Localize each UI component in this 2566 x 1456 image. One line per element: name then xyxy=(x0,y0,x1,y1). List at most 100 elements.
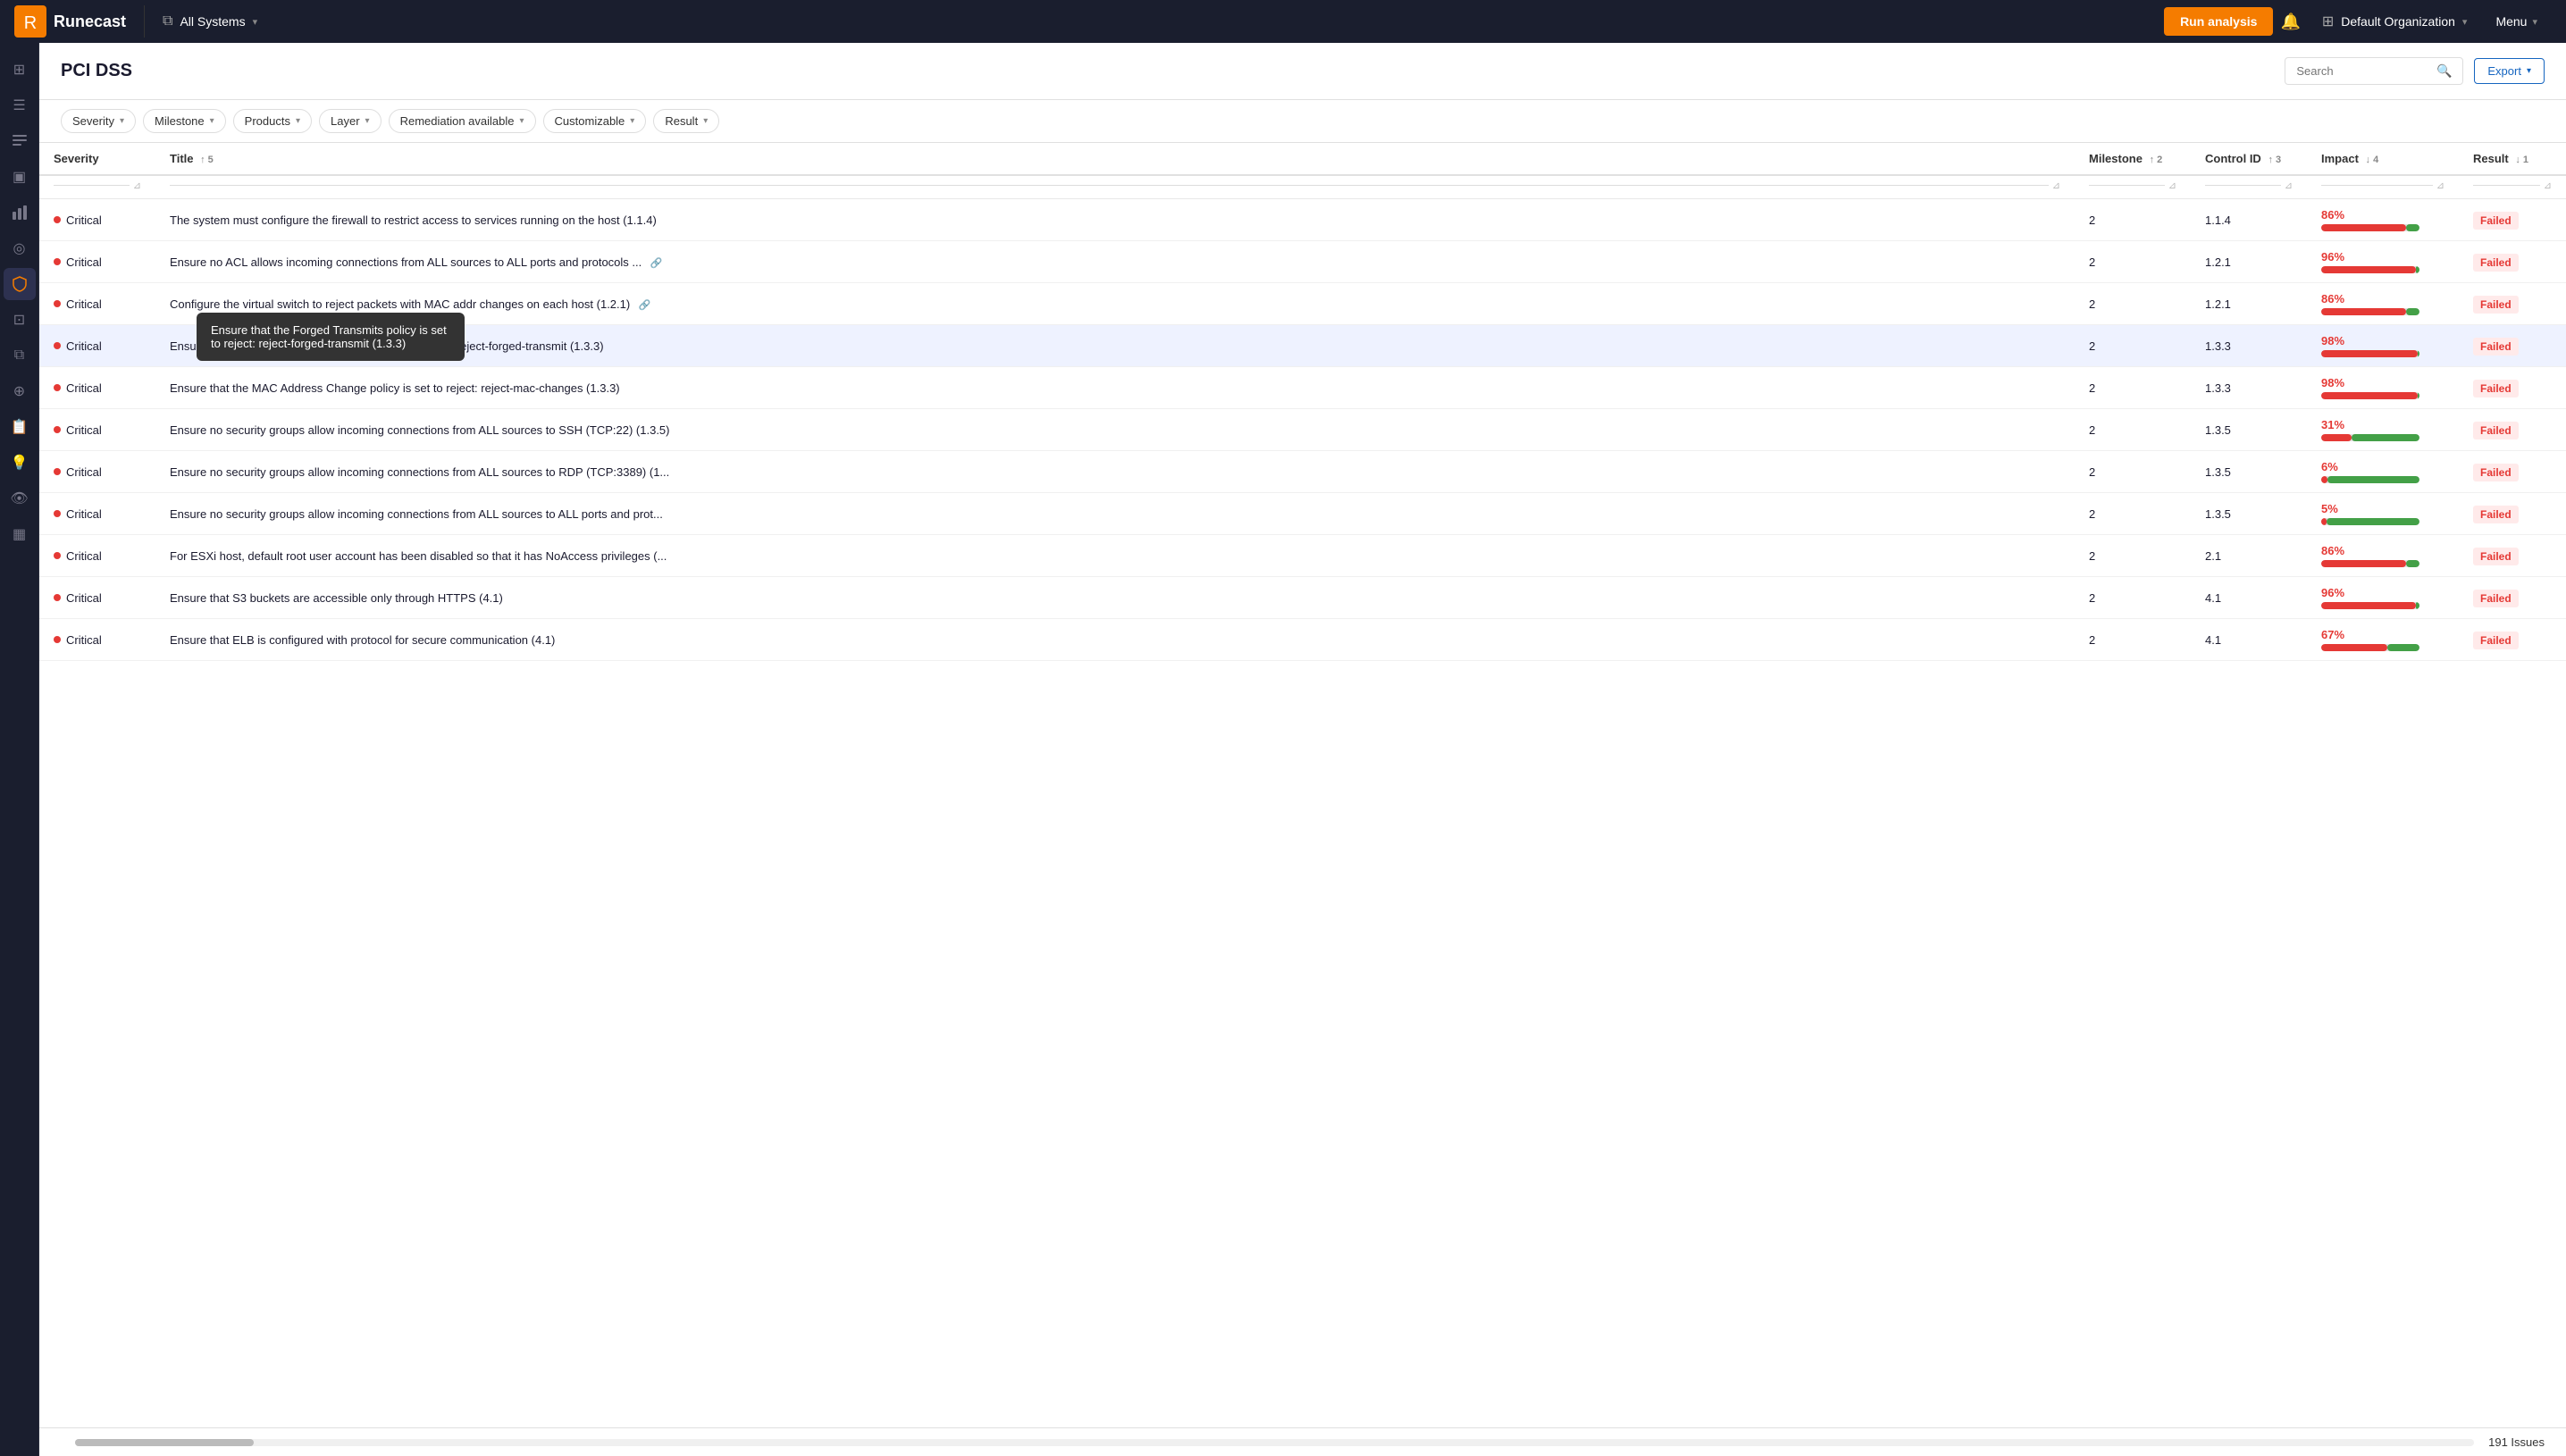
impact-pct-3: 98% xyxy=(2321,334,2444,347)
horizontal-scrollbar[interactable] xyxy=(75,1439,2474,1446)
title-cell-3: Ensure that the Forged Transmits policy … xyxy=(155,325,2075,367)
filter-severity-label: Severity xyxy=(72,114,114,128)
filter-customizable-chevron-icon: ▾ xyxy=(630,116,634,126)
sidebar-icon-shield[interactable] xyxy=(4,268,36,300)
th-severity[interactable]: Severity xyxy=(39,143,155,175)
controlid-cell-8: 2.1 xyxy=(2191,535,2307,577)
milestone-value-2: 2 xyxy=(2089,297,2095,311)
severity-label-5: Critical xyxy=(66,423,102,437)
th-milestone[interactable]: Milestone ↑ 2 xyxy=(2075,143,2191,175)
filter-customizable[interactable]: Customizable ▾ xyxy=(543,109,647,133)
severity-dot-5 xyxy=(54,426,61,433)
table-row[interactable]: Critical Ensure no security groups allow… xyxy=(39,493,2566,535)
table-row[interactable]: Critical Ensure that ELB is configured w… xyxy=(39,619,2566,661)
table-row[interactable]: Critical Ensure no security groups allow… xyxy=(39,409,2566,451)
search-box[interactable]: 🔍 xyxy=(2285,57,2463,85)
result-cell-5: Failed xyxy=(2459,409,2566,451)
sidebar-icon-chart[interactable] xyxy=(4,197,36,229)
sidebar-icon-package[interactable]: ⊡ xyxy=(4,304,36,336)
filter-controlid-cell: ⊿ xyxy=(2191,175,2307,199)
title-text-1: Ensure no ACL allows incoming connection… xyxy=(170,255,642,269)
search-input[interactable] xyxy=(2296,64,2429,78)
sidebar: ⊞ ☰ ▣ ◎ ⊡ ⧉ ⊕ 📋 💡 👁 ▦ xyxy=(0,43,39,1456)
external-link-icon-1[interactable]: 🔗 xyxy=(650,258,663,269)
result-cell-6: Failed xyxy=(2459,451,2566,493)
table-row[interactable]: Critical For ESXi host, default root use… xyxy=(39,535,2566,577)
result-cell-0: Failed xyxy=(2459,199,2566,241)
filter-milestone[interactable]: Milestone ▾ xyxy=(143,109,226,133)
milestone-cell-9: 2 xyxy=(2075,577,2191,619)
filter-severity[interactable]: Severity ▾ xyxy=(61,109,136,133)
sidebar-icon-folder[interactable]: ▣ xyxy=(4,161,36,193)
th-impact[interactable]: Impact ↓ 4 xyxy=(2307,143,2459,175)
filter-milestone-cell: ⊿ xyxy=(2075,175,2191,199)
impact-bar-green-5 xyxy=(2352,434,2419,441)
controlid-value-10: 4.1 xyxy=(2205,633,2221,647)
milestone-filter-icon[interactable]: ⊿ xyxy=(2168,180,2176,191)
title-cell-8: For ESXi host, default root user account… xyxy=(155,535,2075,577)
severity-cell-5: Critical xyxy=(39,409,155,451)
filter-layer[interactable]: Layer ▾ xyxy=(319,109,382,133)
impact-sort-icon: ↓ 4 xyxy=(2366,155,2379,165)
sidebar-icon-home[interactable]: ⊞ xyxy=(4,54,36,86)
sidebar-icon-eye[interactable]: 👁 xyxy=(4,482,36,515)
filter-impact-cell: ⊿ xyxy=(2307,175,2459,199)
table-row[interactable]: Critical Ensure no security groups allow… xyxy=(39,451,2566,493)
impact-bar-red-4 xyxy=(2321,392,2418,399)
impact-filter-icon[interactable]: ⊿ xyxy=(2436,180,2444,191)
milestone-cell-7: 2 xyxy=(2075,493,2191,535)
sidebar-icon-target[interactable]: ◎ xyxy=(4,232,36,264)
table-row[interactable]: Critical Configure the virtual switch to… xyxy=(39,283,2566,325)
filter-result[interactable]: Result ▾ xyxy=(653,109,719,133)
impact-cell-4: 98% xyxy=(2307,367,2459,409)
sidebar-icon-layers[interactable]: ⧉ xyxy=(4,339,36,372)
severity-filter-icon[interactable]: ⊿ xyxy=(133,180,141,191)
title-text-0: The system must configure the firewall t… xyxy=(170,213,657,227)
milestone-value-9: 2 xyxy=(2089,591,2095,605)
notifications-button[interactable]: 🔔 xyxy=(2273,5,2307,38)
result-filter-icon[interactable]: ⊿ xyxy=(2544,180,2552,191)
severity-cell-7: Critical xyxy=(39,493,155,535)
sidebar-icon-document[interactable]: 📋 xyxy=(4,411,36,443)
impact-bar-9 xyxy=(2321,602,2419,609)
result-cell-7: Failed xyxy=(2459,493,2566,535)
impact-cell-5: 31% xyxy=(2307,409,2459,451)
table-body: Critical The system must configure the f… xyxy=(39,199,2566,661)
menu-button[interactable]: Menu ▾ xyxy=(2481,14,2552,29)
table-row[interactable]: Critical Ensure that the MAC Address Cha… xyxy=(39,367,2566,409)
th-control-id[interactable]: Control ID ↑ 3 xyxy=(2191,143,2307,175)
impact-pct-0: 86% xyxy=(2321,208,2444,222)
table-row[interactable]: Critical The system must configure the f… xyxy=(39,199,2566,241)
title-text-9: Ensure that S3 buckets are accessible on… xyxy=(170,591,503,605)
title-filter-icon[interactable]: ⊿ xyxy=(2052,180,2060,191)
filter-layer-chevron-icon: ▾ xyxy=(365,116,370,126)
runecast-logo-icon: R xyxy=(14,5,46,38)
table-row[interactable]: Critical Ensure that the Forged Transmit… xyxy=(39,325,2566,367)
table-row[interactable]: Critical Ensure no ACL allows incoming c… xyxy=(39,241,2566,283)
controlid-value-5: 1.3.5 xyxy=(2205,423,2231,437)
controlid-filter-icon[interactable]: ⊿ xyxy=(2285,180,2293,191)
th-title[interactable]: Title ↑ 5 xyxy=(155,143,2075,175)
severity-cell-3: Critical xyxy=(39,325,155,367)
external-link-icon-2[interactable]: 🔗 xyxy=(639,300,651,311)
sidebar-icon-server[interactable]: ▦ xyxy=(4,518,36,550)
filter-remediation-chevron-icon: ▾ xyxy=(520,116,524,126)
systems-selector[interactable]: ⧉ All Systems ▾ xyxy=(145,13,275,29)
sidebar-icon-bulb[interactable]: 💡 xyxy=(4,447,36,479)
sidebar-icon-list[interactable]: ☰ xyxy=(4,89,36,121)
sidebar-icon-link[interactable]: ⊕ xyxy=(4,375,36,407)
header-right: 🔍 Export ▾ xyxy=(2285,57,2545,85)
filter-remediation[interactable]: Remediation available ▾ xyxy=(389,109,536,133)
controlid-value-9: 4.1 xyxy=(2205,591,2221,605)
export-button[interactable]: Export ▾ xyxy=(2474,58,2545,84)
sidebar-icon-checklist[interactable] xyxy=(4,125,36,157)
th-result[interactable]: Result ↓ 1 xyxy=(2459,143,2566,175)
org-selector[interactable]: ⊞ Default Organization ▾ xyxy=(2308,13,2482,30)
title-cell-4: Ensure that the MAC Address Change polic… xyxy=(155,367,2075,409)
run-analysis-button[interactable]: Run analysis xyxy=(2164,7,2273,36)
result-cell-2: Failed xyxy=(2459,283,2566,325)
filter-products[interactable]: Products ▾ xyxy=(233,109,312,133)
scroll-thumb[interactable] xyxy=(75,1439,254,1446)
impact-bar-red-3 xyxy=(2321,350,2418,357)
table-row[interactable]: Critical Ensure that S3 buckets are acce… xyxy=(39,577,2566,619)
